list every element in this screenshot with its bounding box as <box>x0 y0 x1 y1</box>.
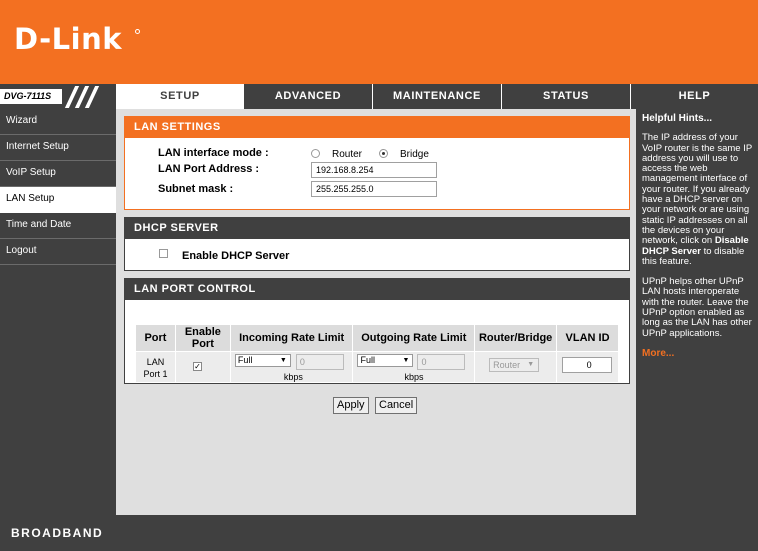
enable-port-checkbox[interactable]: ✓ <box>192 362 202 371</box>
footer-brand: BROADBAND <box>11 526 104 540</box>
incoming-rate-input[interactable]: 0 <box>295 354 344 370</box>
lan-port-control-section: LAN PORT CONTROL Port Enable Port Incomi… <box>124 278 630 384</box>
lan-settings-section: LAN SETTINGS LAN interface mode : Router… <box>124 116 630 210</box>
outgoing-rate-select[interactable]: Full ▼ <box>357 354 414 367</box>
col-header-router-bridge: Router/Bridge <box>474 324 558 352</box>
incoming-select-value: Full <box>237 355 253 365</box>
tab-advanced[interactable]: ADVANCED <box>243 84 372 109</box>
router-bridge-value: Router <box>493 360 521 370</box>
subnet-mask-label: Subnet mask : <box>158 183 234 195</box>
dlink-logo: D-Link <box>14 22 122 56</box>
port-name: LAN Port 1 <box>135 351 176 383</box>
sidebar: Wizard Internet Setup VoIP Setup LAN Set… <box>0 109 116 515</box>
subnet-mask-input[interactable]: 255.255.255.0 <box>311 181 437 197</box>
outgoing-rate-input[interactable]: 0 <box>417 354 466 370</box>
mode-bridge-radio[interactable] <box>379 149 388 158</box>
outgoing-select-value: Full <box>360 355 375 365</box>
tab-maintenance[interactable]: MAINTENANCE <box>372 84 501 109</box>
col-header-port: Port <box>135 324 176 352</box>
main-nav-tabs: SETUP ADVANCED MAINTENANCE STATUS HELP <box>116 84 758 110</box>
section-title: LAN PORT CONTROL <box>125 279 629 300</box>
sidebar-item-internet-setup[interactable]: Internet Setup <box>0 135 116 161</box>
enable-dhcp-checkbox[interactable] <box>159 249 168 258</box>
vlan-cell: 0 <box>556 351 619 383</box>
section-title: LAN SETTINGS <box>125 117 629 138</box>
incoming-unit: kbps <box>283 372 303 382</box>
chevron-down-icon: ▼ <box>279 357 287 364</box>
col-header-outgoing: Outgoing Rate Limit <box>352 324 476 352</box>
cancel-button[interactable]: Cancel <box>375 397 418 414</box>
footer: BROADBAND <box>0 515 758 551</box>
incoming-cell: Full ▼ 0 kbps <box>229 351 354 383</box>
helpful-hints-panel: Helpful Hints... The IP address of your … <box>636 109 758 515</box>
col-header-vlan-id: VLAN ID <box>556 324 619 352</box>
mode-bridge-label: Bridge <box>400 149 429 160</box>
incoming-rate-select[interactable]: Full ▼ <box>234 354 291 367</box>
more-link[interactable]: More... <box>642 348 754 359</box>
enable-port-cell: ✓ <box>174 351 231 383</box>
sidebar-item-wizard[interactable]: Wizard <box>0 109 116 135</box>
tab-status[interactable]: STATUS <box>501 84 630 109</box>
apply-button[interactable]: Apply <box>333 397 369 414</box>
sidebar-item-voip-setup[interactable]: VoIP Setup <box>0 161 116 187</box>
col-header-enable-port: Enable Port <box>174 324 231 352</box>
main-content: LAN SETTINGS LAN interface mode : Router… <box>116 109 636 515</box>
logo-trademark-icon <box>135 29 140 34</box>
hint-paragraph: The IP address of your VoIP router is th… <box>642 133 754 267</box>
model-strip: DVG-7111S <box>0 84 116 109</box>
header-banner: D-Link <box>0 0 758 84</box>
chevron-down-icon: ▼ <box>402 357 410 364</box>
tab-setup[interactable]: SETUP <box>116 84 243 110</box>
sidebar-item-time-and-date[interactable]: Time and Date <box>0 213 116 239</box>
port-control-table: Port Enable Port Incoming Rate Limit Out… <box>135 324 619 383</box>
section-title: DHCP SERVER <box>125 218 629 239</box>
lan-address-label: LAN Port Address : <box>158 163 260 175</box>
outgoing-cell: Full ▼ 0 kbps <box>352 351 476 383</box>
hint-paragraph: UPnP helps other UPnP LAN hosts interope… <box>642 276 752 339</box>
outgoing-unit: kbps <box>404 372 424 382</box>
sidebar-item-lan-setup[interactable]: LAN Setup <box>0 187 116 213</box>
tab-help[interactable]: HELP <box>630 84 758 109</box>
table-row: LAN Port 1 ✓ Full ▼ 0 kbps Full ▼ 0 kbps R… <box>135 351 619 383</box>
router-bridge-cell: Router ▼ <box>474 351 558 383</box>
lan-mode-label: LAN interface mode : <box>158 147 269 159</box>
enable-dhcp-label: Enable DHCP Server <box>182 250 290 262</box>
hint-text: The IP address of your VoIP router is th… <box>642 132 753 247</box>
col-header-incoming: Incoming Rate Limit <box>229 324 354 352</box>
sidebar-item-logout[interactable]: Logout <box>0 239 116 265</box>
dhcp-server-section: DHCP SERVER Enable DHCP Server <box>124 217 630 271</box>
hints-title: Helpful Hints... <box>642 113 712 124</box>
router-bridge-select[interactable]: Router ▼ <box>489 358 540 372</box>
chevron-down-icon: ▼ <box>527 361 535 368</box>
model-name: DVG-7111S <box>0 89 62 104</box>
mode-router-radio[interactable] <box>311 149 320 158</box>
vlan-id-input[interactable]: 0 <box>562 357 613 373</box>
lan-address-input[interactable]: 192.168.8.254 <box>311 162 437 178</box>
mode-router-label: Router <box>332 149 363 160</box>
